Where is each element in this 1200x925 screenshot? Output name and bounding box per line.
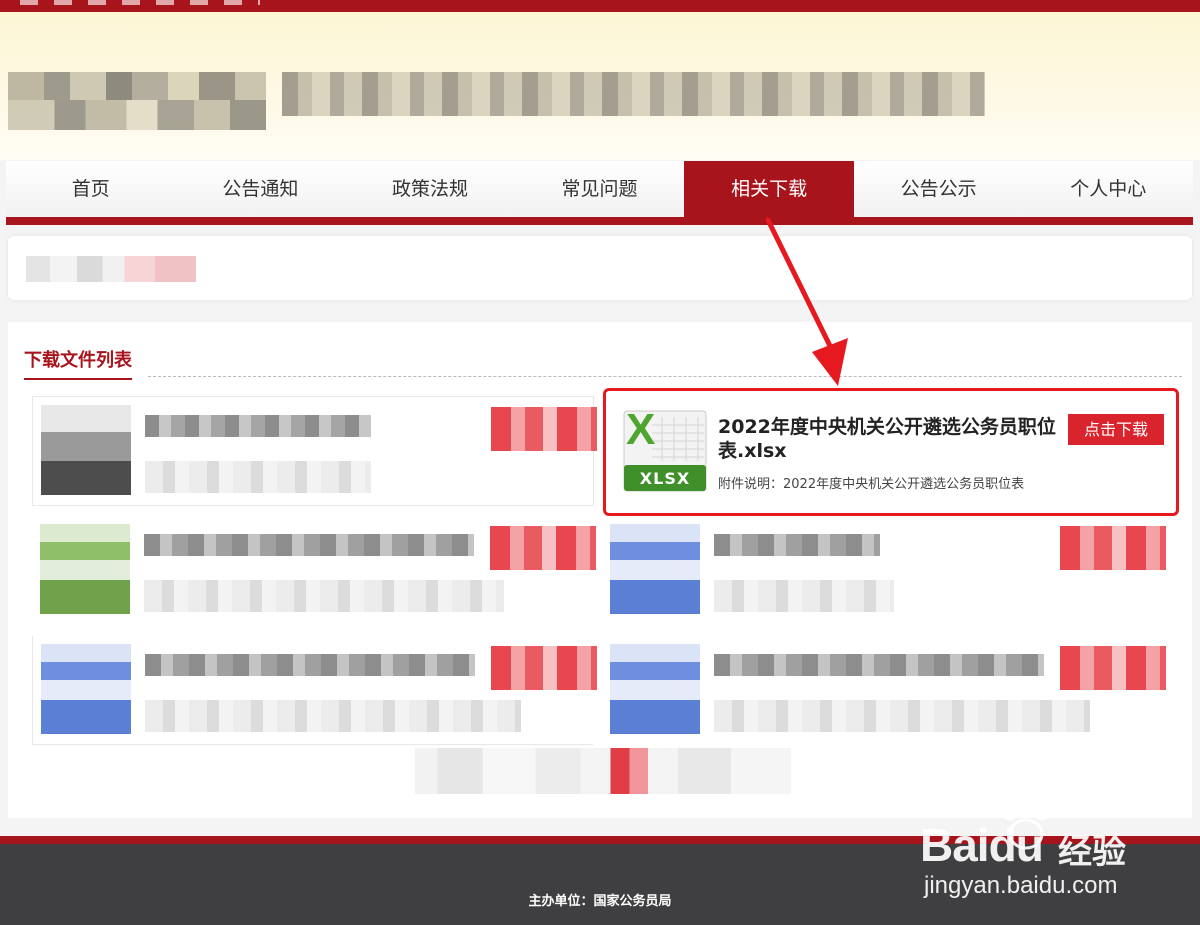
section-title: 下载文件列表 <box>24 346 132 380</box>
section-divider <box>148 376 1182 377</box>
nav-item-policies[interactable]: 政策法规 <box>345 161 515 217</box>
nav-item-downloads[interactable]: 相关下载 <box>684 161 854 217</box>
file-icon-blurred <box>40 524 130 614</box>
blurred-breadcrumb-text <box>26 256 196 282</box>
file-desc-blurred <box>144 580 504 612</box>
download-button-blurred[interactable] <box>491 407 597 451</box>
download-button-blurred[interactable] <box>1060 646 1166 690</box>
file-name-blurred <box>145 415 371 437</box>
download-button-blurred[interactable] <box>491 646 597 690</box>
nav-item-announcements[interactable]: 公告通知 <box>176 161 346 217</box>
nav-item-faq[interactable]: 常见问题 <box>515 161 685 217</box>
baidu-jingyan-watermark: Baidu 经验 jingyan.baidu.com <box>920 796 1160 906</box>
file-desc-blurred <box>145 461 371 493</box>
file-icon-blurred <box>610 524 700 614</box>
file-icon-blurred <box>610 644 700 734</box>
file-card-blurred[interactable] <box>32 636 597 745</box>
file-name[interactable]: 2022年度中央机关公开遴选公务员职位表.xlsx <box>718 415 1058 463</box>
blurred-pagination[interactable] <box>415 748 791 794</box>
breadcrumb <box>8 236 1192 300</box>
watermark-logo: Baidu <box>920 818 1044 872</box>
xlsx-icon-badge: XLSX <box>639 469 691 488</box>
file-desc-blurred <box>145 700 521 732</box>
xlsx-icon-letter: X <box>626 405 656 454</box>
file-name-blurred <box>714 534 880 556</box>
site-banner <box>0 12 1200 160</box>
top-strip <box>0 0 1200 12</box>
watermark-url: jingyan.baidu.com <box>924 872 1118 899</box>
top-strip-blurred-text <box>20 0 260 5</box>
watermark-logo-suffix: 经验 <box>1058 832 1126 872</box>
blurred-site-logo <box>8 72 266 130</box>
file-icon-blurred <box>41 405 131 495</box>
file-card-blurred[interactable] <box>32 396 597 506</box>
file-card-blurred[interactable] <box>32 516 596 624</box>
main-nav: 首页 公告通知 政策法规 常见问题 相关下载 公告公示 个人中心 <box>6 161 1193 225</box>
file-card-featured: X XLSX 2022年度中央机关公开遴选公务员职位表.xlsx 附件说明：20… <box>603 388 1179 516</box>
blurred-site-title <box>282 72 985 116</box>
file-name-blurred <box>144 534 474 556</box>
file-desc-blurred <box>714 580 894 612</box>
file-desc-blurred <box>714 700 1090 732</box>
download-button[interactable]: 点击下载 <box>1068 414 1164 445</box>
file-name-blurred <box>714 654 1044 676</box>
nav-item-home[interactable]: 首页 <box>6 161 176 217</box>
file-name-blurred <box>145 654 475 676</box>
nav-item-user-center[interactable]: 个人中心 <box>1023 161 1193 217</box>
nav-item-public-notices[interactable]: 公告公示 <box>854 161 1024 217</box>
file-description: 附件说明：2022年度中央机关公开遴选公务员职位表 <box>718 477 1025 492</box>
download-button-blurred[interactable] <box>490 526 596 570</box>
file-icon-blurred <box>41 644 131 734</box>
file-card-blurred[interactable] <box>602 516 1166 624</box>
watermark-logo-bai: Bai <box>920 819 990 871</box>
download-button-blurred[interactable] <box>1060 526 1166 570</box>
watermark-logo-du: du <box>988 819 1044 871</box>
file-card-blurred[interactable] <box>602 636 1166 744</box>
